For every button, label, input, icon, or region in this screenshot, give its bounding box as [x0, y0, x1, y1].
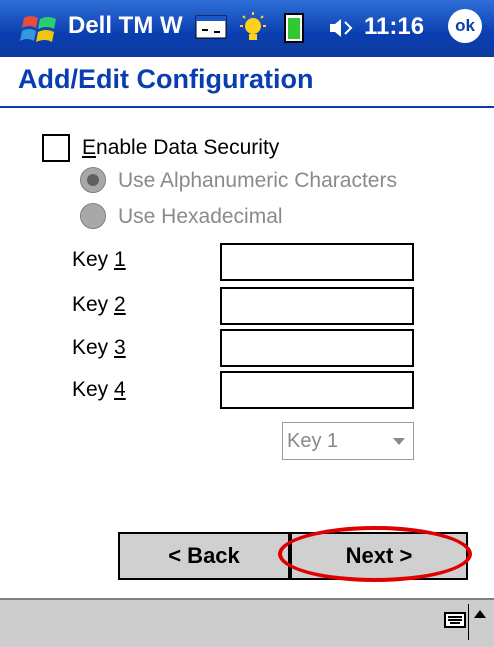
back-button[interactable]: < Back: [118, 532, 290, 580]
radio-alphanumeric-label: Use Alphanumeric Characters: [118, 169, 397, 192]
chevron-down-icon: [393, 438, 405, 445]
key-1-input[interactable]: [220, 243, 414, 281]
input-panel-toggle-icon[interactable]: [474, 610, 486, 618]
radio-hexadecimal[interactable]: [80, 203, 106, 229]
key-1-label: Key 1: [72, 248, 126, 271]
key-select[interactable]: Key 1: [282, 422, 414, 460]
bottom-bar: [0, 598, 494, 647]
app-title: Dell TM W: [68, 12, 183, 39]
key-4-label: Key 4: [72, 378, 126, 401]
enable-data-security-checkbox[interactable]: [42, 134, 70, 162]
title-divider: [0, 106, 494, 108]
keyboard-icon[interactable]: [444, 610, 466, 630]
light-icon[interactable]: [236, 10, 270, 46]
key-3-label: Key 3: [72, 336, 126, 359]
clock[interactable]: 11:16: [364, 13, 424, 41]
key-4-input[interactable]: [220, 371, 414, 409]
speaker-icon[interactable]: [328, 16, 354, 40]
next-button[interactable]: Next >: [290, 532, 468, 580]
bottom-divider: [468, 604, 469, 640]
title-bar: Dell TM W 11:16 ok: [0, 0, 494, 57]
key-select-value: Key 1: [287, 430, 339, 452]
page-title: Add/Edit Configuration: [18, 64, 314, 94]
battery-icon[interactable]: [282, 10, 306, 44]
enable-access-key: E: [82, 136, 97, 159]
windows-start-icon[interactable]: [20, 10, 60, 48]
key-2-input[interactable]: [220, 287, 414, 325]
key-3-input[interactable]: [220, 329, 414, 367]
radio-alphanumeric[interactable]: [80, 167, 106, 193]
key-2-label: Key 2: [72, 293, 126, 316]
radio-hexadecimal-label: Use Hexadecimal: [118, 205, 283, 228]
network-icon[interactable]: [194, 10, 228, 44]
enable-data-security-label[interactable]: Enable Data Security: [82, 136, 279, 160]
ok-button[interactable]: ok: [448, 9, 482, 43]
enable-label-rest: nable Data Security: [96, 136, 280, 159]
